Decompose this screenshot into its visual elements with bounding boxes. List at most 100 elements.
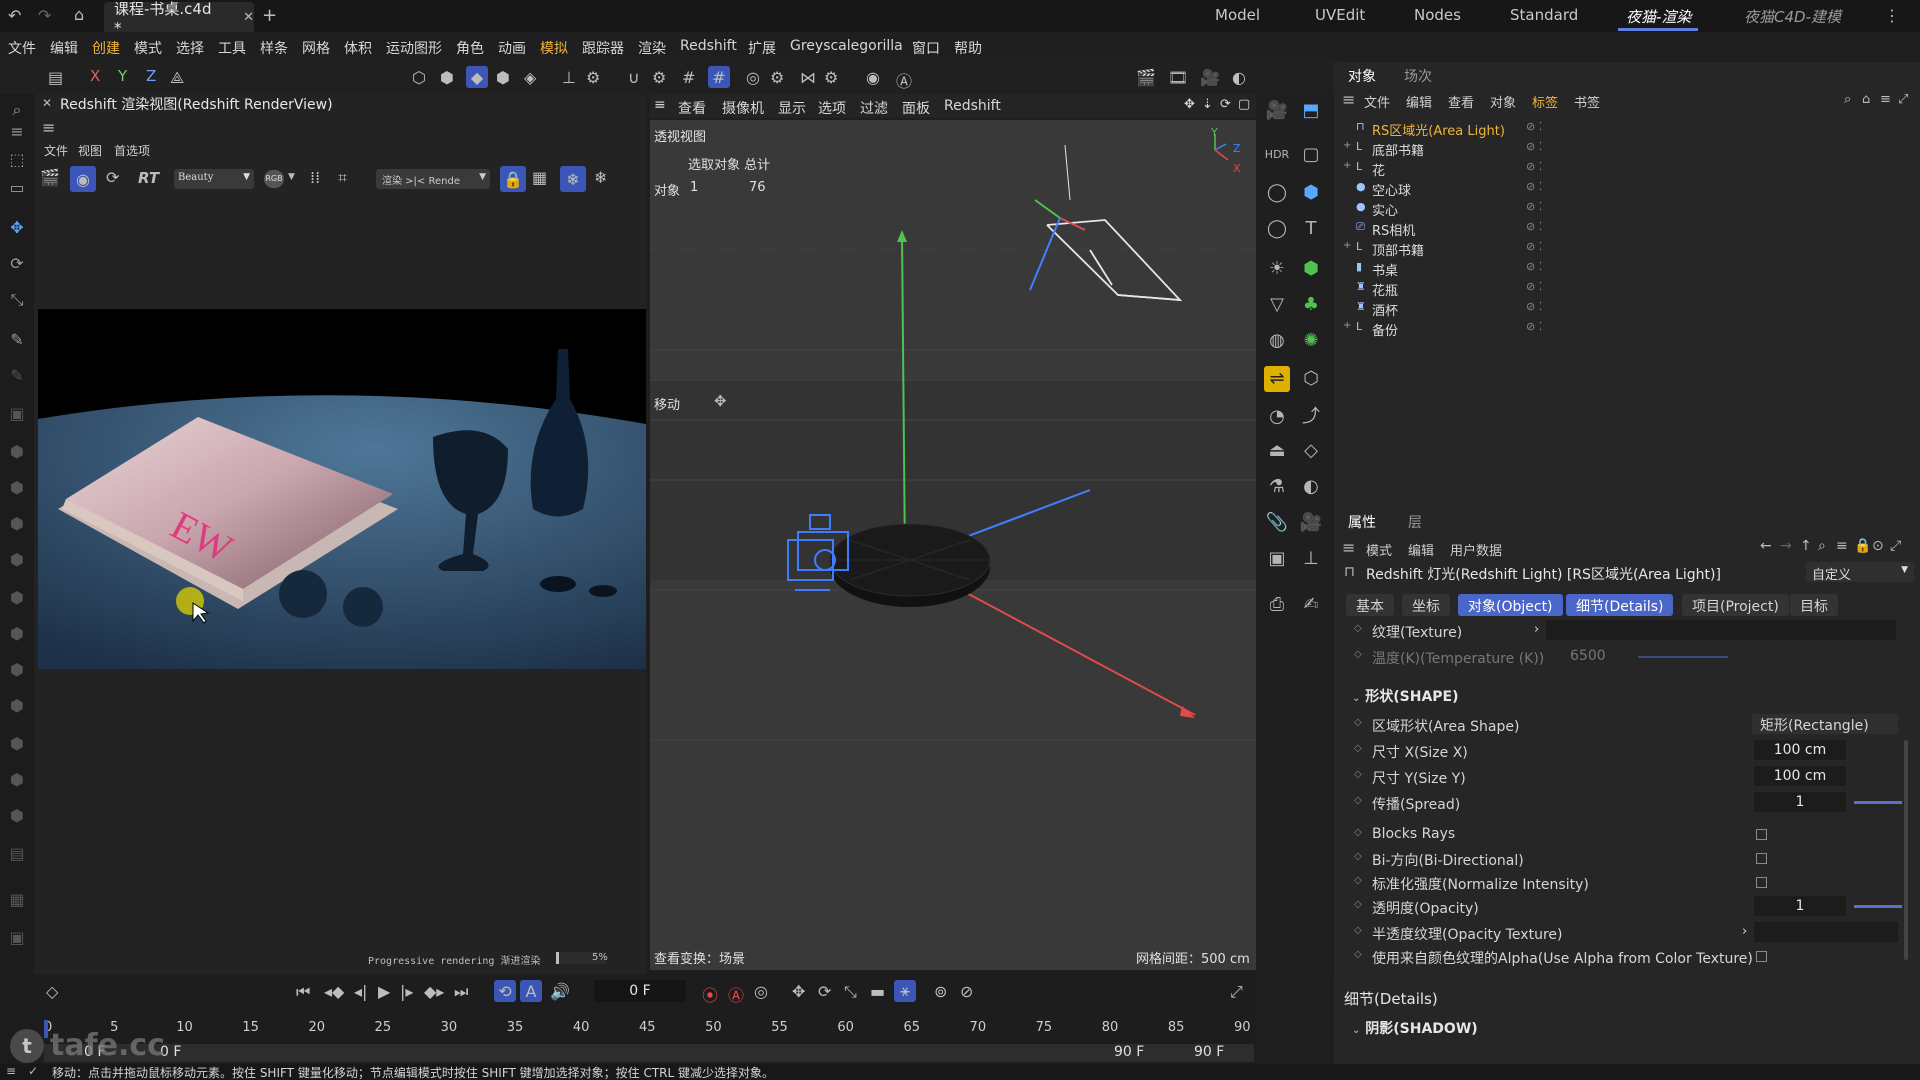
prop-opacity[interactable]: ◇ 透明度(Opacity) 1: [1352, 896, 1912, 918]
visibility-dots-icon[interactable]: ⊘ ⁚: [1526, 180, 1542, 193]
plane-cut-icon[interactable]: ▣: [7, 404, 27, 424]
viewport-maximize-icon[interactable]: ▢: [1238, 97, 1250, 112]
visibility-dots-icon[interactable]: ⊘ ⁚: [1526, 120, 1542, 133]
viewport-rotate-icon[interactable]: ⟳: [1220, 97, 1231, 112]
modeling-tool-6-icon[interactable]: ⬢: [7, 624, 27, 644]
renderview-menu-view[interactable]: 视图: [78, 142, 102, 159]
attr-menu-userdata[interactable]: 用户数据: [1450, 540, 1502, 559]
visibility-dots-icon[interactable]: ⊘ ⁚: [1526, 280, 1542, 293]
menu-mesh[interactable]: 网格: [302, 38, 330, 58]
spline-icon[interactable]: ⤴: [1298, 404, 1324, 430]
lock-icon[interactable]: 🔒: [500, 166, 526, 192]
end-frame-field[interactable]: 90 F: [1194, 1044, 1224, 1060]
settings-icon[interactable]: ⊙: [1872, 538, 1884, 554]
playback-mode-icon[interactable]: A: [520, 980, 542, 1002]
object-row[interactable]: + L 花 ⊘ ⁚: [1340, 158, 1920, 179]
axis-y-button[interactable]: Y: [118, 67, 127, 85]
layout-tab-standard[interactable]: Standard: [1510, 6, 1578, 24]
keyframe-icon[interactable]: ◇: [46, 982, 58, 1001]
menu-spline[interactable]: 样条: [260, 38, 288, 58]
edges-mode-icon[interactable]: ⬢: [440, 68, 454, 87]
prop-size-y[interactable]: ◇ 尺寸 Y(Size Y) 100 cm: [1352, 766, 1912, 788]
menu-mode[interactable]: 模式: [134, 38, 162, 58]
axis-z-button[interactable]: Z: [146, 67, 156, 85]
om-menu-edit[interactable]: 编辑: [1406, 92, 1432, 111]
opacity-texture-slot[interactable]: [1754, 922, 1898, 942]
render-view-object-icon[interactable]: ▣: [1264, 546, 1290, 572]
modeling-tool-8-icon[interactable]: ⬢: [7, 696, 27, 716]
layout-tab-uvedit[interactable]: UVEdit: [1315, 6, 1365, 24]
tab-takes[interactable]: 场次: [1404, 66, 1432, 86]
tag-icon[interactable]: 📎: [1264, 510, 1290, 536]
aov-select[interactable]: Beauty ▼: [174, 169, 254, 189]
visibility-dots-icon[interactable]: ⊘ ⁚: [1526, 160, 1542, 173]
refresh-icon[interactable]: ⟳: [106, 168, 119, 187]
texture-mode-icon[interactable]: ◈: [524, 68, 536, 87]
redshift-light-active-icon[interactable]: ⇌: [1264, 366, 1290, 392]
tab-attributes[interactable]: 属性: [1348, 512, 1376, 532]
prev-key-icon[interactable]: ◂◆: [324, 982, 344, 1001]
modeling-tool-4-icon[interactable]: ⬢: [7, 550, 27, 570]
search-icon[interactable]: ⌕: [1818, 538, 1826, 554]
auto-key-icon[interactable]: Ⓐ: [728, 982, 744, 1006]
soft-selection-icon[interactable]: ◎: [746, 68, 760, 87]
cube-icon[interactable]: ⬢: [1298, 180, 1324, 206]
expand-toggle[interactable]: +: [1343, 160, 1351, 171]
menu-render[interactable]: 渲染: [638, 38, 666, 58]
hdri-object-icon[interactable]: HDR: [1264, 142, 1290, 168]
prop-use-alpha[interactable]: ◇ 使用来自颜色纹理的Alpha(Use Alpha from Color Te…: [1352, 946, 1912, 968]
tile-grid-icon[interactable]: ▦: [532, 168, 547, 187]
prop-normalize[interactable]: ◇ 标准化强度(Normalize Intensity): [1352, 872, 1912, 894]
sound-icon[interactable]: 🔊: [550, 982, 570, 1001]
viewport-menu-redshift[interactable]: Redshift: [944, 98, 1001, 114]
menu-file[interactable]: 文件: [8, 38, 36, 58]
attr-tab-target[interactable]: 目标: [1790, 594, 1838, 616]
soft-selection-settings-icon[interactable]: ⚙: [770, 68, 784, 87]
shadow-section-header[interactable]: ⌄ 阴影(SHADOW): [1352, 1018, 1478, 1038]
keyframe-diamond-icon[interactable]: ◇: [1354, 925, 1362, 936]
menu-mograph[interactable]: 运动图形: [386, 38, 442, 58]
current-frame-field[interactable]: 0 F: [594, 980, 686, 1002]
scene-object-icon[interactable]: ⬒: [1298, 98, 1324, 124]
shape-section-header[interactable]: ⌄ 形状(SHAPE): [1352, 686, 1459, 706]
layers-icon[interactable]: ▤: [48, 68, 63, 87]
redo-icon[interactable]: ↷: [38, 6, 51, 25]
prop-size-x[interactable]: ◇ 尺寸 X(Size X) 100 cm: [1352, 740, 1912, 762]
forward-arrow-icon[interactable]: →: [1780, 538, 1792, 554]
render-settings-icon[interactable]: 🎥: [1200, 68, 1220, 87]
object-row[interactable]: ♜ 酒杯 ⊘ ⁚: [1340, 298, 1920, 319]
status-menu-icon[interactable]: ≡: [6, 1064, 16, 1078]
up-arrow-icon[interactable]: ↑: [1800, 538, 1812, 554]
symmetry-icon[interactable]: ⋈: [800, 68, 816, 87]
record-icon[interactable]: ⦿: [702, 982, 718, 1006]
details-section-header[interactable]: 细节(Details): [1344, 988, 1438, 1009]
symmetry-settings-icon[interactable]: ⚙: [824, 68, 838, 87]
live-selection-icon[interactable]: ⬚: [7, 150, 27, 170]
search-icon[interactable]: ⌕: [1844, 92, 1851, 107]
modeling-tool-2-icon[interactable]: ⬢: [7, 478, 27, 498]
home-icon[interactable]: ⌂: [1862, 92, 1870, 107]
lock-icon[interactable]: 🔒: [1854, 538, 1871, 554]
environment-object-icon[interactable]: ◐: [1298, 474, 1324, 500]
modeling-tool-12-icon[interactable]: ▤: [7, 844, 27, 864]
modeling-tool-10-icon[interactable]: ⬢: [7, 770, 27, 790]
viewport-menu-filter[interactable]: 过滤: [860, 98, 888, 118]
brush-icon[interactable]: ✍: [1298, 592, 1324, 618]
viewport-pan-icon[interactable]: ✥: [1184, 97, 1195, 112]
timeline-expand-icon[interactable]: ⤢: [1230, 982, 1243, 1002]
menu-character[interactable]: 角色: [456, 38, 484, 58]
tab-layers[interactable]: 层: [1408, 512, 1422, 532]
move-tool-icon[interactable]: ✥: [7, 218, 27, 238]
menu-greyscalegorilla[interactable]: Greyscalegorilla: [790, 38, 903, 54]
use-alpha-checkbox[interactable]: [1756, 951, 1767, 962]
close-icon[interactable]: ✕: [243, 10, 254, 25]
axis-mode-icon[interactable]: ⊥: [562, 68, 576, 87]
key-param-icon[interactable]: ▬: [870, 982, 885, 1001]
keyframe-diamond-icon[interactable]: ◇: [1354, 717, 1362, 728]
om-menu-object[interactable]: 对象: [1490, 92, 1516, 111]
text-object-icon[interactable]: T: [1298, 216, 1324, 242]
prop-area-shape[interactable]: ◇ 区域形状(Area Shape) 矩形(Rectangle): [1352, 714, 1912, 736]
normalize-checkbox[interactable]: [1756, 877, 1767, 888]
cloner-icon[interactable]: ♣: [1298, 292, 1324, 318]
visibility-dots-icon[interactable]: ⊘ ⁚: [1526, 140, 1542, 153]
